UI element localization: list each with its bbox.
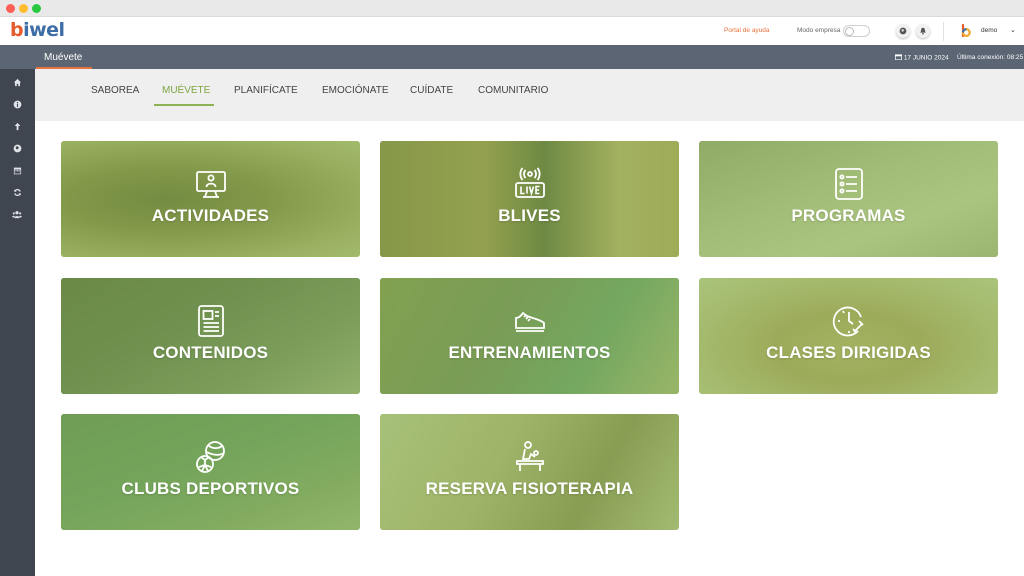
tab-planificate[interactable]: PLANIFÍCATE bbox=[234, 85, 298, 107]
category-tabs: SABOREA MUÉVETE PLANIFÍCATE EMOCIÓNATE C… bbox=[35, 69, 1024, 121]
globe-icon bbox=[899, 27, 907, 35]
logo-letter-b: b bbox=[10, 19, 24, 41]
maximize-window-button[interactable] bbox=[32, 4, 41, 13]
info-icon bbox=[13, 100, 21, 108]
tab-comunitario[interactable]: COMUNITARIO bbox=[478, 85, 548, 107]
tab-saborea[interactable]: SABOREA bbox=[91, 85, 139, 107]
monitor-person-icon bbox=[195, 171, 226, 198]
close-window-button[interactable] bbox=[6, 4, 15, 13]
tile-label: ACTIVIDADES bbox=[151, 206, 270, 225]
document-icon bbox=[197, 305, 224, 337]
user-avatar-icon[interactable] bbox=[959, 24, 973, 38]
tile-label: BLIVES bbox=[498, 206, 561, 225]
clock-dumbbell-icon bbox=[832, 306, 864, 337]
company-mode-label: Modo empresa bbox=[797, 27, 841, 34]
tile-label: ENTRENAMIENTOS bbox=[448, 343, 611, 362]
company-mode-toggle[interactable] bbox=[843, 25, 870, 37]
sidebar-item-calendar[interactable] bbox=[11, 164, 23, 176]
globe-icon bbox=[13, 144, 21, 152]
main-content: SABOREA MUÉVETE PLANIFÍCATE EMOCIÓNATE C… bbox=[35, 69, 1024, 576]
tile-clases-dirigidas[interactable]: CLASES DIRIGIDAS bbox=[699, 278, 998, 394]
user-name[interactable]: demo bbox=[981, 27, 997, 34]
logo-text: iwel bbox=[23, 19, 65, 41]
tile-label: CLASES DIRIGIDAS bbox=[766, 343, 931, 362]
tile-label: RESERVA FISIOTERAPIA bbox=[425, 479, 634, 498]
calendar-icon bbox=[13, 167, 21, 174]
notifications-button[interactable] bbox=[916, 24, 930, 38]
chevron-down-icon[interactable]: ⌄ bbox=[1010, 26, 1016, 34]
users-icon bbox=[12, 210, 22, 218]
tile-programas[interactable]: PROGRAMAS bbox=[699, 141, 998, 257]
calendar-icon bbox=[894, 54, 903, 61]
top-app-bar: biwel Portal de ayuda Modo empresa demo … bbox=[0, 17, 1024, 45]
tab-cuidate[interactable]: CUÍDATE bbox=[410, 85, 453, 107]
language-button[interactable] bbox=[896, 24, 910, 38]
sneaker-icon bbox=[514, 311, 545, 332]
tile-reserva-fisioterapia[interactable]: RESERVA FISIOTERAPIA bbox=[380, 414, 679, 530]
home-icon bbox=[13, 78, 21, 86]
refresh-icon bbox=[13, 188, 21, 196]
sidebar-item-refresh[interactable] bbox=[11, 186, 23, 198]
tile-label: CONTENIDOS bbox=[152, 343, 269, 362]
toggle-knob bbox=[845, 27, 854, 36]
active-tab-indicator bbox=[154, 104, 214, 106]
tile-entrenamientos[interactable]: ENTRENAMIENTOS bbox=[380, 278, 679, 394]
tab-emocionate[interactable]: EMOCIÓNATE bbox=[322, 85, 388, 107]
current-date: 17 JUNIO 2024 bbox=[894, 54, 949, 62]
list-icon bbox=[834, 168, 863, 200]
sidebar-item-globe[interactable] bbox=[11, 142, 23, 154]
sidebar-item-users[interactable] bbox=[11, 208, 23, 220]
live-broadcast-icon bbox=[514, 167, 545, 198]
current-date-text: 17 JUNIO 2024 bbox=[903, 54, 949, 62]
section-bar: Muévete 17 JUNIO 2024 Última conexión: 0… bbox=[0, 45, 1024, 69]
tile-actividades[interactable]: ACTIVIDADES bbox=[61, 141, 360, 257]
minimize-window-button[interactable] bbox=[19, 4, 28, 13]
balls-icon bbox=[195, 441, 225, 473]
sidebar bbox=[0, 69, 35, 576]
tile-label: CLUBS DEPORTIVOS bbox=[121, 479, 300, 498]
tile-contenidos[interactable]: CONTENIDOS bbox=[61, 278, 360, 394]
sidebar-item-info[interactable] bbox=[11, 98, 23, 110]
window-titlebar bbox=[0, 0, 1024, 17]
biwel-logo[interactable]: biwel bbox=[10, 19, 65, 41]
section-title: Muévete bbox=[44, 52, 83, 63]
tile-clubs-deportivos[interactable]: CLUBS DEPORTIVOS bbox=[61, 414, 360, 530]
header-divider bbox=[943, 22, 944, 41]
bell-icon bbox=[920, 27, 926, 35]
last-connection: Última conexión: 08:25 bbox=[957, 54, 1024, 61]
sidebar-item-upload[interactable] bbox=[11, 120, 23, 132]
help-portal-link[interactable]: Portal de ayuda bbox=[724, 27, 770, 34]
app-window: biwel Portal de ayuda Modo empresa demo … bbox=[0, 0, 1024, 576]
sidebar-item-home[interactable] bbox=[11, 76, 23, 88]
physiotherapy-icon bbox=[515, 441, 544, 471]
upload-icon bbox=[14, 122, 20, 130]
tile-label: PROGRAMAS bbox=[791, 206, 906, 225]
tile-blives[interactable]: BLIVES bbox=[380, 141, 679, 257]
